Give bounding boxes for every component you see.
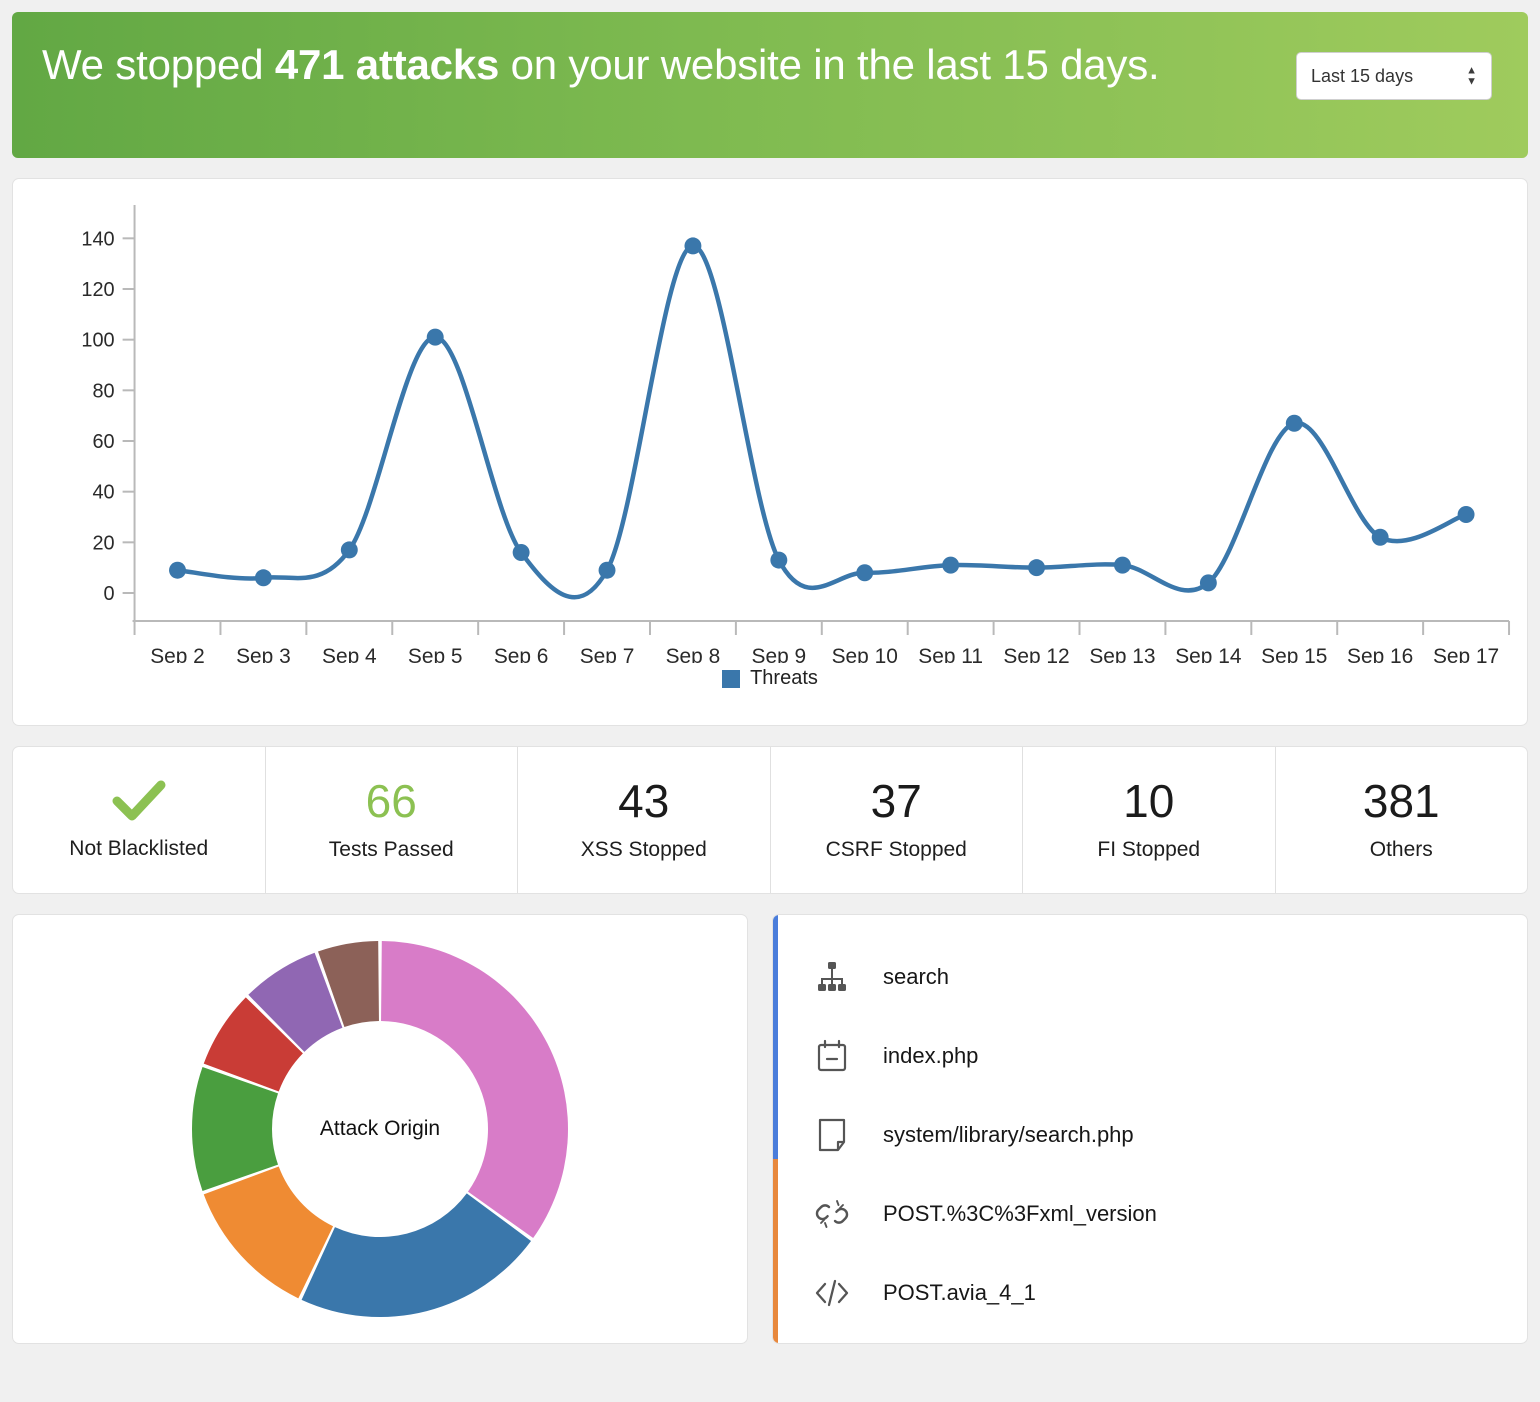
svg-text:Sep 13: Sep 13 <box>1089 645 1155 663</box>
chart-axes: 0 20 40 60 80 100 120 140 Sep 2 Sep 3 Sep 4 Sep 5 Se… <box>81 205 1511 663</box>
list-item-label: POST.%3C%3Fxml_version <box>883 1200 1157 1226</box>
svg-text:100: 100 <box>81 330 114 352</box>
svg-text:Sep 17: Sep 17 <box>1433 645 1499 663</box>
svg-text:20: 20 <box>92 532 114 554</box>
svg-text:Sep 10: Sep 10 <box>832 645 898 663</box>
stat-csrf-stopped: 37 CSRF Stopped <box>771 747 1023 893</box>
file-page-icon <box>811 1118 853 1152</box>
check-icon <box>112 780 166 821</box>
stat-others: 381 Others <box>1276 747 1528 893</box>
broken-link-icon <box>811 1197 853 1231</box>
svg-text:60: 60 <box>92 431 114 453</box>
svg-text:Sep 15: Sep 15 <box>1261 645 1327 663</box>
svg-text:Sep 16: Sep 16 <box>1347 645 1413 663</box>
svg-text:80: 80 <box>92 380 114 402</box>
accent-segment-blue <box>773 915 778 1159</box>
chart-series <box>169 237 1475 600</box>
stat-label: Not Blacklisted <box>69 837 209 860</box>
accent-segment-orange <box>773 1158 778 1343</box>
page-title: We stopped 471 attacks on your website i… <box>42 38 1272 92</box>
sitemap-icon <box>811 960 853 994</box>
stat-fi-stopped: 10 FI Stopped <box>1023 747 1276 893</box>
attacks-summary-banner: We stopped 471 attacks on your website i… <box>12 12 1528 158</box>
svg-text:Sep 12: Sep 12 <box>1003 645 1069 663</box>
stat-value: 381 <box>1362 775 1440 827</box>
title-suffix: on your website in the last 15 days. <box>499 41 1160 88</box>
calendar-note-icon <box>811 1039 853 1073</box>
date-range-value: Last 15 days <box>1311 65 1414 86</box>
donut-center-label: Attack Origin <box>319 1117 441 1140</box>
stat-value: 43 <box>618 775 670 827</box>
list-item[interactable]: POST.avia_4_1 <box>773 1253 1527 1332</box>
svg-text:140: 140 <box>81 228 114 250</box>
stat-label: CSRF Stopped <box>825 838 967 861</box>
list-item[interactable]: search <box>773 937 1527 1016</box>
title-attack-count: 471 attacks <box>274 41 500 88</box>
legend-swatch-threats <box>722 669 741 688</box>
svg-text:Sep 2: Sep 2 <box>150 645 205 663</box>
title-prefix: We stopped <box>42 41 275 88</box>
stat-value: 66 <box>365 775 417 827</box>
svg-text:120: 120 <box>81 279 114 301</box>
svg-text:Sep 11: Sep 11 <box>918 645 983 663</box>
list-item-label: POST.avia_4_1 <box>883 1279 1036 1305</box>
dashboard-page: We stopped 471 attacks on your website i… <box>0 0 1540 1344</box>
accent-bar <box>773 915 778 1343</box>
stat-label: XSS Stopped <box>580 838 707 861</box>
stat-label: Others <box>1369 838 1433 861</box>
list-item-label: search <box>883 963 950 989</box>
stat-label: Tests Passed <box>328 838 454 861</box>
attack-origin-donut: Attack Origin <box>185 934 575 1324</box>
list-item-label: system/library/search.php <box>883 1121 1134 1147</box>
attacked-resources-card: search index.php system/library/search.p… <box>772 914 1528 1344</box>
legend-label-threats: Threats <box>750 667 818 689</box>
donut-slice[interactable] <box>381 941 568 1239</box>
chart-legend: Threats <box>23 667 1517 690</box>
svg-text:Sep 7: Sep 7 <box>580 645 635 663</box>
stat-value: 37 <box>870 775 922 827</box>
stat-xss-stopped: 43 XSS Stopped <box>518 747 771 893</box>
svg-text:40: 40 <box>92 482 114 504</box>
svg-text:Sep 4: Sep 4 <box>322 645 377 663</box>
date-range-select[interactable]: Last 15 days ▲ ▼ <box>1296 52 1492 100</box>
svg-text:Sep 8: Sep 8 <box>666 645 721 663</box>
svg-text:Sep 9: Sep 9 <box>752 645 807 663</box>
stat-not-blacklisted: Not Blacklisted <box>13 747 266 893</box>
stat-tests-passed: 66 Tests Passed <box>266 747 518 893</box>
bottom-row: Attack Origin search index.php system/li… <box>12 914 1528 1344</box>
code-icon <box>811 1278 853 1308</box>
svg-text:Sep 14: Sep 14 <box>1175 645 1242 663</box>
chevron-updown-icon[interactable]: ▲ ▼ <box>1466 65 1477 87</box>
list-item[interactable]: POST.%3C%3Fxml_version <box>773 1174 1527 1253</box>
stat-value: 10 <box>1123 775 1175 827</box>
list-item[interactable]: index.php <box>773 1016 1527 1095</box>
attack-origin-card: Attack Origin <box>12 914 748 1344</box>
svg-text:Sep 6: Sep 6 <box>494 645 549 663</box>
stat-label: FI Stopped <box>1097 838 1201 861</box>
security-stats-row: Not Blacklisted 66 Tests Passed 43 XSS S… <box>12 746 1528 894</box>
svg-text:Sep 5: Sep 5 <box>408 645 463 663</box>
svg-text:Sep 3: Sep 3 <box>236 645 291 663</box>
threats-line-chart: 0 20 40 60 80 100 120 140 Sep 2 Sep 3 Sep 4 Sep 5 Se… <box>81 205 1511 663</box>
list-item[interactable]: system/library/search.php <box>773 1095 1527 1174</box>
list-item-label: index.php <box>883 1042 979 1068</box>
threats-timeline-chart-card: 0 20 40 60 80 100 120 140 Sep 2 Sep 3 Sep 4 Sep 5 Se… <box>12 178 1528 726</box>
svg-text:0: 0 <box>104 583 115 605</box>
